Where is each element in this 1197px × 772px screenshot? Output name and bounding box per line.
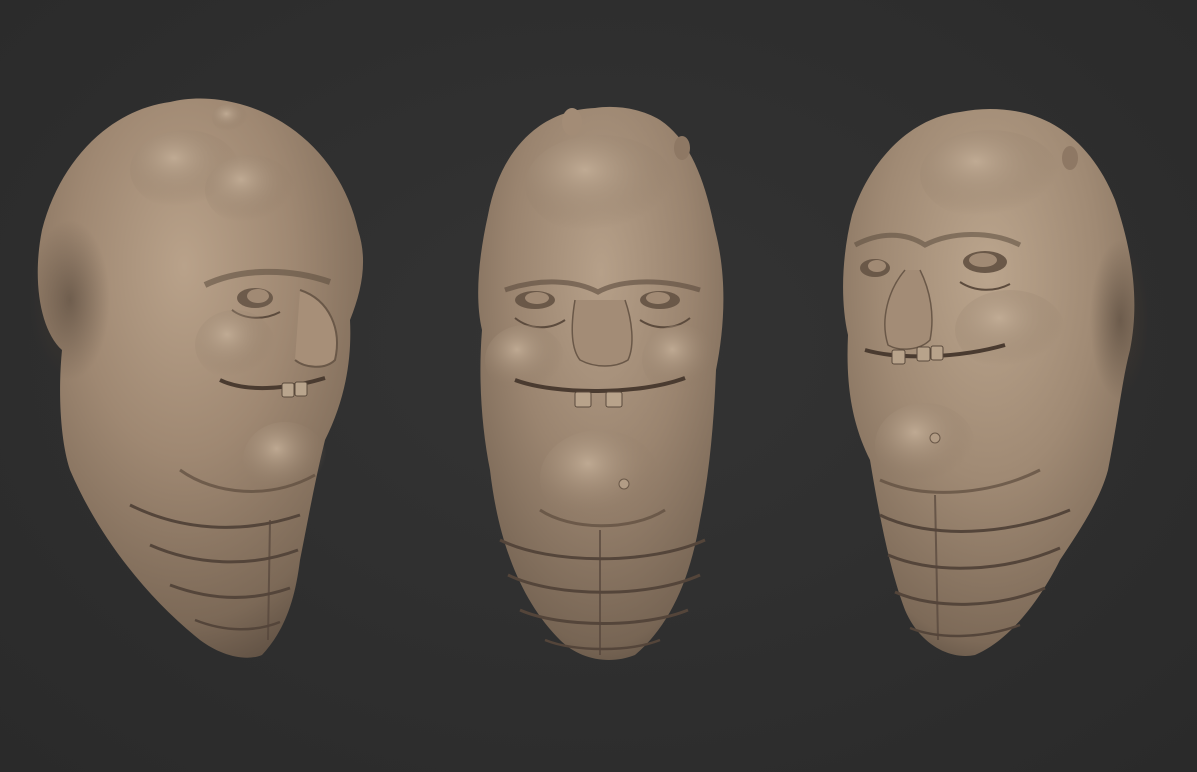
- head-right: [843, 109, 1150, 656]
- head-left: [30, 98, 364, 658]
- head-center: [478, 106, 724, 660]
- sculpt-viewport: [0, 0, 1197, 772]
- sculpt-render: [30, 98, 1150, 660]
